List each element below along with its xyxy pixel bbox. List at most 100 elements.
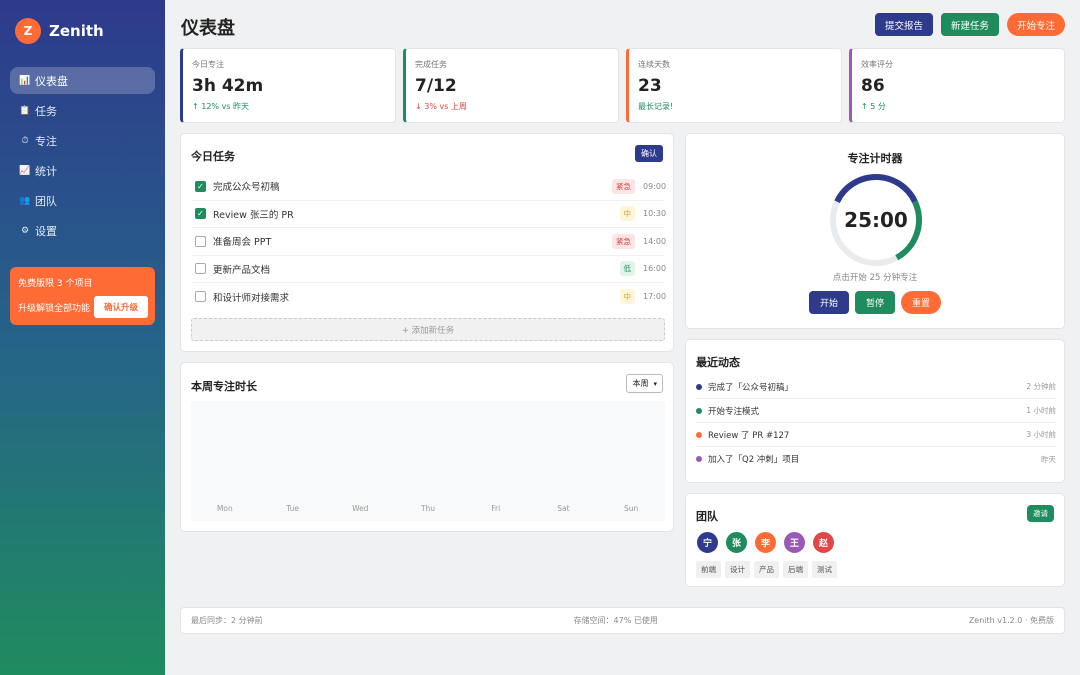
stat-change: ↓ 3% vs 上周	[415, 102, 467, 111]
storage-status: 存储空间：47% 已使用	[573, 616, 658, 625]
invite-button[interactable]: 邀请	[1027, 505, 1054, 522]
stat-label: 今日专注	[192, 60, 224, 69]
sync-status: 最后同步：2 分钟前	[191, 616, 263, 625]
activity-time: 2 分钟前	[1026, 382, 1056, 391]
app-version: Zenith v1.2.0 · 免费版	[968, 616, 1054, 625]
trend-chart-icon: 📈	[19, 165, 31, 176]
task-text: 和设计师对接需求	[213, 292, 290, 304]
priority-badge: 中	[619, 289, 635, 305]
team-avatars: 宁 张 李 王 赵	[696, 531, 841, 554]
chart-svg: Mon Tue Wed Thu Fri Sat Sun	[217, 504, 639, 513]
task-checkbox[interactable]	[195, 291, 206, 303]
task-list: ✓ 完成公众号初稿 紧急 09:00 ✓ Review 张三的 PR 中 10:…	[191, 173, 667, 311]
stat-card-focus-time: 今日专注 3h 42m ↑ 12% vs 昨天	[180, 48, 396, 123]
x-tick-label: Sat	[557, 504, 569, 513]
stopwatch-icon: ⏱	[21, 135, 29, 146]
confirm-button[interactable]: 确认	[635, 145, 663, 162]
task-text: 更新产品文档	[213, 264, 271, 276]
timer-hint: 点击开始 25 分钟专注	[832, 273, 918, 283]
role-chip: 产品	[754, 561, 779, 578]
brand-name: Zenith	[49, 22, 104, 40]
task-item[interactable]: 准备周会 PPT 紧急 14:00	[191, 228, 667, 256]
task-checkbox[interactable]: ✓	[195, 180, 206, 192]
avatar[interactable]: 赵	[812, 531, 835, 554]
sidebar-item-team[interactable]: 👥 团队	[10, 187, 155, 214]
x-tick-label: Fri	[491, 504, 500, 513]
stat-change: 最长记录!	[638, 102, 674, 111]
sidebar-item-label: 设置	[35, 224, 57, 238]
task-text: 完成公众号初稿	[213, 182, 280, 194]
avatar[interactable]: 王	[783, 531, 806, 554]
task-item[interactable]: 更新产品文档 低 16:00	[191, 256, 666, 283]
priority-badge: 中	[619, 206, 635, 222]
stats-row: 今日专注 3h 42m ↑ 12% vs 昨天 完成任务 7/12 ↓ 3% v…	[180, 48, 1065, 123]
x-tick-label: Thu	[420, 504, 435, 513]
x-tick-label: Mon	[217, 504, 233, 513]
card-title: 今日任务	[191, 150, 235, 163]
period-select-value: 本周	[632, 379, 649, 388]
activity-item: Review 了 PR #127 3 小时前	[696, 423, 1056, 447]
timer-pause-button[interactable]: 暂停	[854, 291, 895, 314]
gear-icon: ⚙	[20, 225, 30, 236]
timer-start-button[interactable]: 开始	[808, 291, 849, 314]
activity-time: 1 小时前	[1026, 406, 1056, 415]
priority-badge: 紧急	[612, 233, 635, 249]
focus-timer-card: 专注计时器 25:00 点击开始 25 分钟专注 开始 暂停 重置	[685, 133, 1065, 329]
upgrade-button[interactable]: 确认升级	[94, 296, 149, 318]
stat-change: ↑ 5 分	[861, 102, 886, 111]
task-item[interactable]: ✓ Review 张三的 PR 中 10:30	[191, 201, 667, 228]
today-tasks-card: 今日任务 确认 ✓ 完成公众号初稿 紧急 09:00 ✓ Review 张三的 …	[180, 133, 674, 352]
sidebar-item-tasks[interactable]: 📋 任务	[10, 97, 155, 124]
task-item[interactable]: ✓ 完成公众号初稿 紧急 09:00	[191, 173, 666, 201]
card-title: 团队	[696, 510, 718, 523]
sidebar-item-dashboard[interactable]: 📊 仪表盘	[10, 67, 155, 94]
stat-card-completed-tasks: 完成任务 7/12 ↓ 3% vs 上周	[403, 48, 619, 123]
stat-label: 完成任务	[415, 60, 447, 69]
priority-badge: 低	[619, 261, 635, 277]
x-tick-label: Sun	[624, 504, 639, 513]
sidebar-item-label: 专注	[35, 134, 57, 148]
activity-list: 完成了「公众号初稿」 2 分钟前 开始专注模式 1 小时前 Review 了 P…	[696, 375, 1056, 471]
activity-text: 完成了「公众号初稿」	[708, 382, 794, 393]
task-checkbox[interactable]	[195, 263, 206, 275]
team-card: 团队 邀请 宁 张 李 王 赵 前端 设计 产品 后端 测试	[685, 493, 1065, 587]
new-task-button[interactable]: 新建任务	[940, 13, 999, 36]
stat-change: ↑ 12% vs 昨天	[192, 102, 250, 111]
sidebar-item-stats[interactable]: 📈 统计	[10, 157, 155, 184]
task-time: 14:00	[643, 236, 667, 246]
card-title: 最近动态	[696, 356, 740, 369]
brand[interactable]: Z Zenith	[15, 18, 104, 44]
avatar[interactable]: 李	[754, 531, 777, 554]
task-time: 17:00	[643, 292, 667, 302]
clipboard-icon: 📋	[19, 105, 31, 116]
task-item[interactable]: 和设计师对接需求 中 17:00	[191, 283, 667, 311]
weekly-focus-card: 本周专注时长 本周 ▾ Mon Tue Wed Thu Fri Sat Sun	[180, 362, 674, 532]
task-checkbox[interactable]	[195, 235, 206, 247]
sidebar-item-settings[interactable]: ⚙ 设置	[10, 217, 155, 244]
x-tick-label: Tue	[285, 504, 299, 513]
sidebar: Z Zenith 📊 仪表盘 📋 任务 ⏱ 专注 📈 统计 👥 团队 ⚙ 设置 …	[0, 0, 165, 675]
status-dot-icon	[696, 456, 702, 462]
task-time: 10:30	[643, 209, 667, 219]
activity-text: 加入了「Q2 冲刺」项目	[708, 455, 800, 465]
card-title: 专注计时器	[847, 152, 903, 165]
sidebar-item-focus[interactable]: ⏱ 专注	[10, 127, 155, 154]
start-focus-button[interactable]: 开始专注	[1006, 13, 1065, 36]
add-task-button[interactable]: + 添加新任务	[191, 318, 665, 341]
timer-reset-button[interactable]: 重置	[901, 291, 942, 314]
status-footer: 最后同步：2 分钟前 存储空间：47% 已使用 Zenith v1.2.0 · …	[180, 607, 1065, 634]
people-icon: 👥	[19, 195, 31, 206]
period-select[interactable]: 本周 ▾	[626, 374, 663, 393]
task-text: Review 张三的 PR	[213, 209, 294, 221]
avatar[interactable]: 宁	[696, 531, 719, 554]
submit-report-button[interactable]: 提交报告	[874, 13, 933, 36]
promo-limit-text: 免费版限 3 个项目	[18, 279, 93, 289]
task-checkbox[interactable]: ✓	[195, 208, 206, 220]
status-dot-icon	[696, 431, 702, 438]
x-tick-label: Wed	[352, 504, 369, 513]
logo-icon: Z	[15, 18, 41, 44]
avatar[interactable]: 张	[725, 531, 748, 554]
sidebar-item-label: 任务	[35, 104, 57, 118]
stat-card-efficiency: 效率评分 86 ↑ 5 分	[849, 48, 1065, 123]
weekly-focus-chart: Mon Tue Wed Thu Fri Sat Sun	[191, 401, 665, 521]
